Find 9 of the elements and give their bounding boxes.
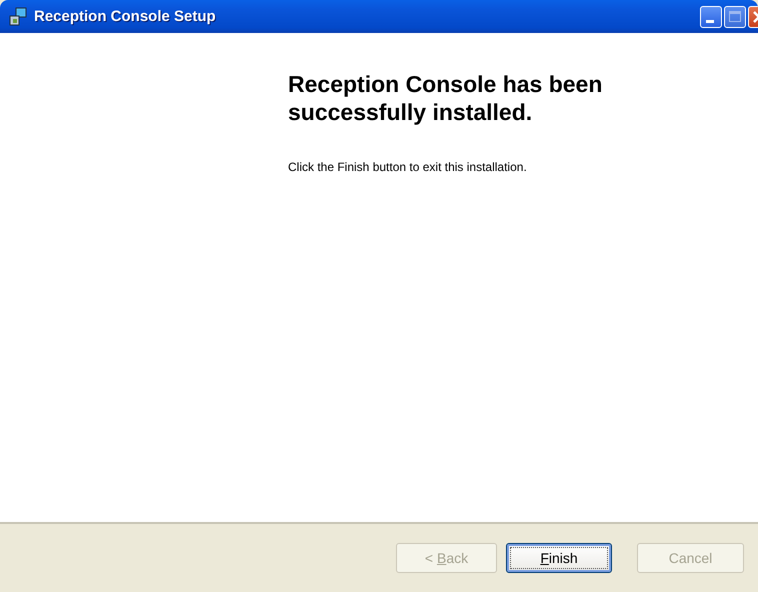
- installer-icon: [8, 6, 28, 26]
- maximize-button[interactable]: [724, 6, 746, 28]
- minimize-button[interactable]: [700, 6, 722, 28]
- finish-button[interactable]: Finish: [506, 543, 612, 573]
- message: Click the Finish button to exit this installation.: [288, 160, 528, 174]
- window-title: Reception Console Setup: [34, 8, 217, 25]
- heading: Reception Console has been successfully installed.: [288, 70, 604, 126]
- maximize-icon: [729, 10, 741, 22]
- minimize-icon: [706, 20, 714, 22]
